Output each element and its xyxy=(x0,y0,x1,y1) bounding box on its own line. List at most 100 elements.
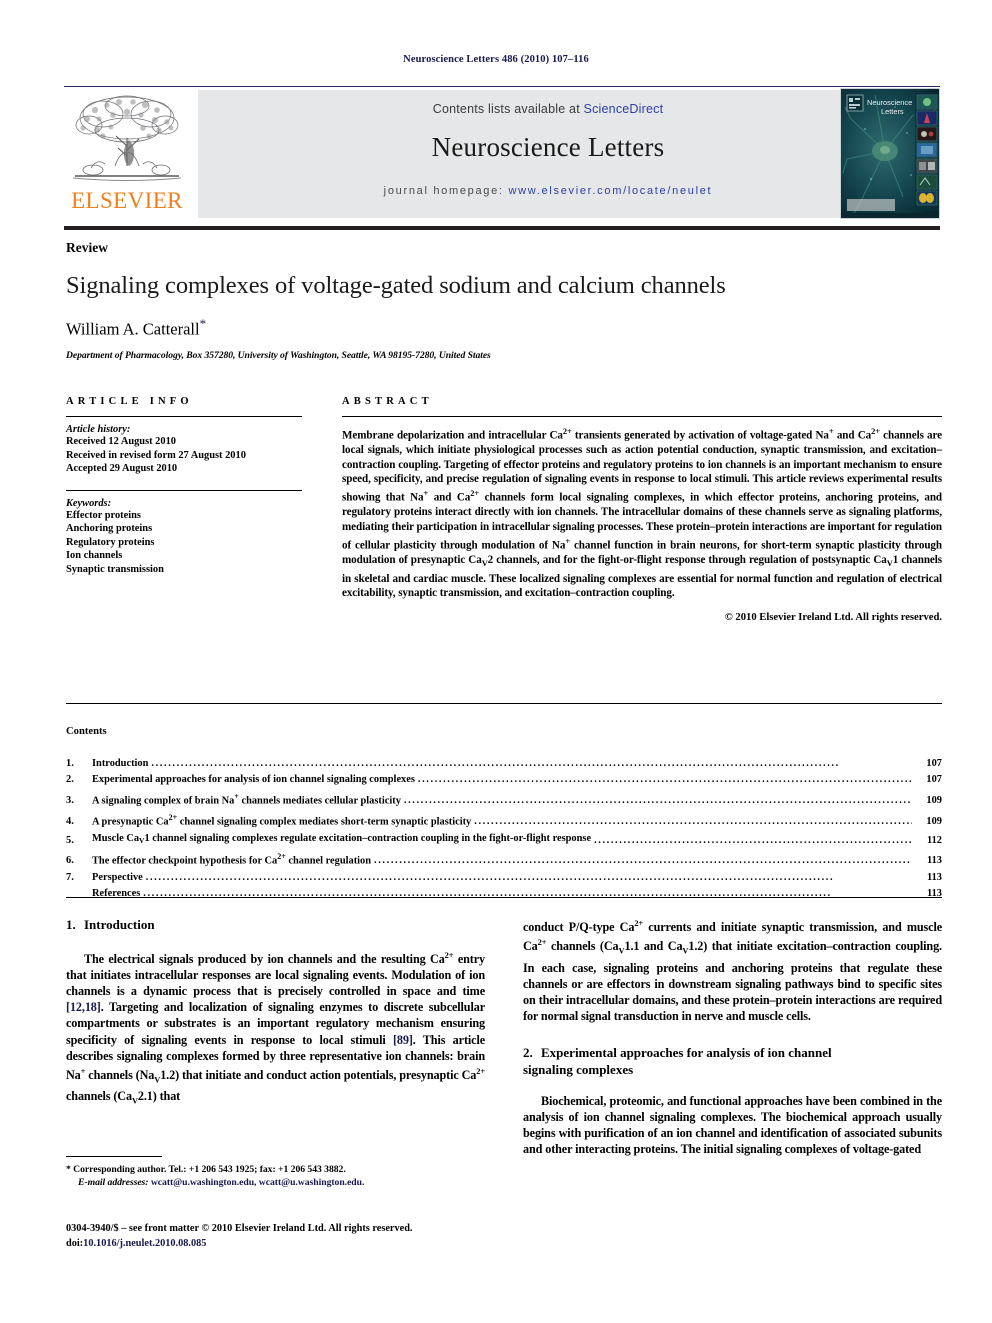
toc-label: Experimental approaches for analysis of … xyxy=(92,774,415,786)
section-number: 2. xyxy=(523,1045,533,1061)
toc-label: References xyxy=(92,888,141,900)
footnote-block: * Corresponding author. Tel.: +1 206 543… xyxy=(66,1156,485,1189)
toc-page: 112 xyxy=(926,834,942,846)
toc-page: 113 xyxy=(926,888,942,900)
keyword-item: Synaptic transmission xyxy=(66,563,164,575)
toc-number: 1. xyxy=(66,758,74,769)
contents-available-line: Contents lists available at ScienceDirec… xyxy=(198,102,898,116)
toc-row[interactable]: 1. Introduction ........................… xyxy=(66,756,942,772)
toc-label: Perspective xyxy=(92,871,143,883)
toc-label: The effector checkpoint hypothesis for C… xyxy=(92,851,372,867)
toc-leader: ........................................… xyxy=(403,795,912,807)
section-title-line1: Experimental approaches for analysis of … xyxy=(541,1045,832,1061)
article-info-heading: ARTICLE INFO xyxy=(66,396,193,407)
article-type: Review xyxy=(66,240,108,255)
corresponding-author-note: * Corresponding author. Tel.: +1 206 543… xyxy=(66,1164,346,1175)
toc-row[interactable]: References .............................… xyxy=(66,886,942,902)
elsevier-logo: ELSEVIER xyxy=(64,90,190,218)
abstract-bottom-rule xyxy=(66,703,942,704)
svg-text:Neuroscience: Neuroscience xyxy=(867,98,912,107)
abstract-text: Membrane depolarization and intracellula… xyxy=(342,427,943,600)
abstract-column: ABSTRACT Membrane depolarization and int… xyxy=(342,396,942,623)
toc-label: Introduction xyxy=(92,758,149,769)
section-heading-1: 1. Introduction xyxy=(66,916,485,933)
article-history-revised: Received in revised form 27 August 2010 xyxy=(66,449,246,461)
keyword-item: Anchoring proteins xyxy=(66,523,153,534)
homepage-link[interactable]: www.elsevier.com/locate/neulet xyxy=(508,185,712,197)
toc-label: A presynaptic Ca2+ channel signaling com… xyxy=(92,812,472,828)
toc-label: Muscle CaV1 channel signaling complexes … xyxy=(92,832,592,845)
body-columns: 1. Introduction The electrical signals pr… xyxy=(66,916,942,1158)
contents-bottom-rule xyxy=(66,897,942,898)
article-history-label: Article history: xyxy=(66,424,131,435)
toc-row[interactable]: 6. The effector checkpoint hypothesis fo… xyxy=(66,849,942,870)
abstract-rule xyxy=(342,416,942,417)
corresponding-author-marker: * xyxy=(199,316,207,332)
author-line: William A. Catterall* xyxy=(66,316,942,340)
toc-leader: ........................................… xyxy=(145,871,835,883)
article-history-received: Received 12 August 2010 xyxy=(66,436,176,447)
elsevier-wordmark: ELSEVIER xyxy=(71,188,183,213)
author-name: William A. Catterall xyxy=(66,319,200,339)
contents-section: Contents 1. Introduction ...............… xyxy=(66,726,942,903)
running-head: Neuroscience Letters 486 (2010) 107–116 xyxy=(403,54,589,65)
journal-article-page: Neuroscience Letters 486 (2010) 107–116 … xyxy=(0,0,992,1323)
toc-row[interactable]: 4. A presynaptic Ca2+ channel signaling … xyxy=(66,810,942,831)
keyword-item: Regulatory proteins xyxy=(66,536,155,548)
table-of-contents: 1. Introduction ........................… xyxy=(66,756,942,903)
section-heading-2: 2. Experimental approaches for analysis o… xyxy=(523,1044,942,1078)
body-column-right: conduct P/Q-type Ca2+ currents and initi… xyxy=(523,916,942,1158)
article-info-rule xyxy=(66,416,302,417)
toc-number: 6. xyxy=(66,855,74,867)
toc-leader: ........................................… xyxy=(474,816,912,828)
toc-leader: ........................................… xyxy=(374,855,912,867)
toc-number: 3. xyxy=(66,795,74,807)
toc-leader: ........................................… xyxy=(151,758,840,769)
toc-number: 5. xyxy=(66,834,74,846)
affiliation: Department of Pharmacology, Box 357280, … xyxy=(66,349,491,361)
toc-row[interactable]: 2. Experimental approaches for analysis … xyxy=(66,772,942,788)
doi-link[interactable]: 10.1016/j.neulet.2010.08.085 xyxy=(83,1238,206,1249)
contents-available-prefix: Contents lists available at xyxy=(432,102,584,116)
toc-leader: ........................................… xyxy=(594,834,912,846)
cover-artwork: Neuroscience Letters xyxy=(841,89,939,218)
issn-frontmatter-line: 0304-3940/$ – see front matter © 2010 El… xyxy=(66,1223,413,1234)
citation-ref[interactable]: [12,18] xyxy=(66,1000,101,1014)
elsevier-tree-icon xyxy=(72,95,182,181)
toc-row[interactable]: 7. Perspective .........................… xyxy=(66,870,942,886)
paragraph: The electrical signals produced by ion c… xyxy=(66,951,485,1106)
email-link[interactable]: wcatt@u.washington.edu, wcatt@u.washingt… xyxy=(151,1177,365,1188)
journal-masthead: Contents lists available at ScienceDirec… xyxy=(64,88,940,220)
section-number: 1. xyxy=(66,917,76,932)
email-note: E-mail addresses: wcatt@u.washington.edu… xyxy=(66,1176,485,1189)
keywords-label: Keywords: xyxy=(66,497,112,509)
toc-number: 4. xyxy=(66,816,74,828)
journal-title: Neuroscience Letters xyxy=(431,132,665,162)
toc-number: 2. xyxy=(66,774,74,786)
paragraph-continuation: conduct P/Q-type Ca2+ currents and initi… xyxy=(523,919,942,1024)
toc-row[interactable]: 5. Muscle CaV1 channel signaling complex… xyxy=(66,831,942,849)
toc-leader: ........................................… xyxy=(417,774,912,786)
journal-cover-thumbnail: Neuroscience Letters xyxy=(840,88,940,219)
toc-page: 109 xyxy=(926,816,942,828)
section-title: Introduction xyxy=(84,917,155,932)
abstract-copyright: © 2010 Elsevier Ireland Ltd. All rights … xyxy=(724,611,942,623)
imprint-block: 0304-3940/$ – see front matter © 2010 El… xyxy=(66,1222,546,1251)
svg-text:Letters: Letters xyxy=(881,107,904,116)
page-title: Signaling complexes of voltage-gated sod… xyxy=(66,272,726,299)
article-history-accepted: Accepted 29 August 2010 xyxy=(66,463,178,474)
toc-row[interactable]: 3. A signaling complex of brain Na+ chan… xyxy=(66,789,942,810)
keywords-rule xyxy=(66,489,302,491)
abstract-heading: ABSTRACT xyxy=(342,396,433,407)
sciencedirect-link[interactable]: ScienceDirect xyxy=(584,102,664,116)
article-info-column: ARTICLE INFO Article history: Received 1… xyxy=(66,396,302,576)
toc-page: 113 xyxy=(926,855,942,867)
keyword-item: Ion channels xyxy=(66,550,123,561)
toc-number: 7. xyxy=(66,871,74,883)
masthead-bottom-rule xyxy=(64,226,940,230)
doi-line: doi:10.1016/j.neulet.2010.08.085 xyxy=(66,1237,546,1252)
doi-label: doi: xyxy=(66,1237,84,1249)
citation-ref[interactable]: [89] xyxy=(393,1033,413,1047)
email-label: E-mail addresses: xyxy=(78,1177,149,1189)
body-column-left: 1. Introduction The electrical signals pr… xyxy=(66,916,485,1158)
